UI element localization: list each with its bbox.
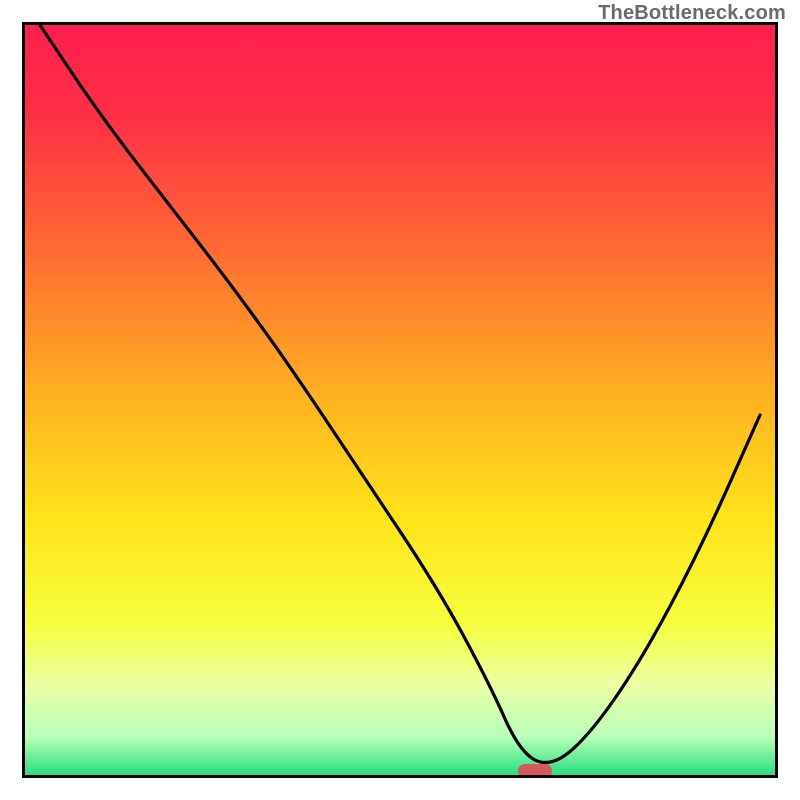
plot-area	[22, 22, 778, 778]
curve-layer	[25, 25, 775, 775]
mismatch-curve-path	[40, 25, 760, 763]
figure-canvas: TheBottleneck.com	[0, 0, 800, 800]
optimum-marker	[518, 764, 552, 778]
